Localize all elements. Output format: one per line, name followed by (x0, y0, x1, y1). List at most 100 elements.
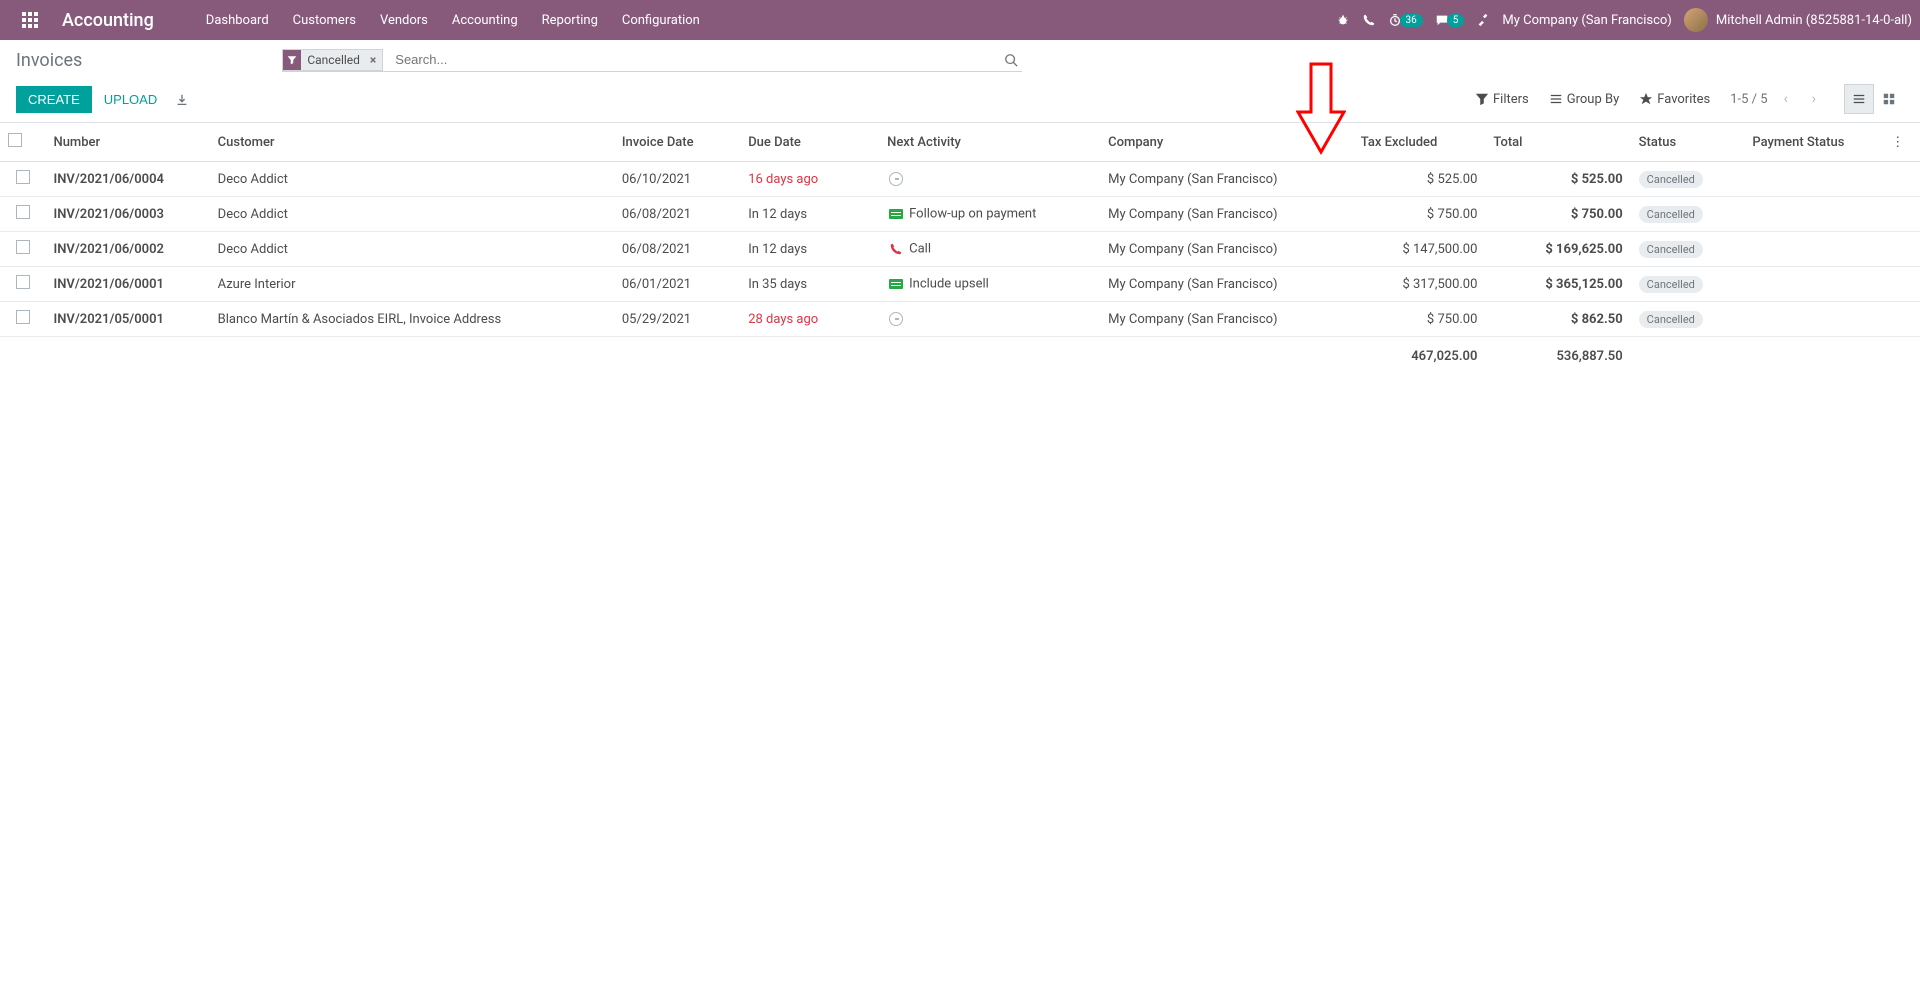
download-icon[interactable] (169, 85, 195, 113)
filter-icon (283, 50, 301, 70)
favorites-dropdown[interactable]: Favorites (1639, 92, 1710, 107)
pager-prev-icon[interactable]: ‹ (1776, 87, 1796, 111)
cell-number: INV/2021/06/0004 (45, 162, 209, 197)
search-icon[interactable] (1000, 52, 1022, 67)
cell-customer: Deco Addict (210, 197, 614, 232)
filter-chip-label: Cancelled (301, 51, 364, 69)
cell-number: INV/2021/06/0001 (45, 267, 209, 302)
cell-due-date: 16 days ago (740, 162, 879, 197)
cell-next-activity (879, 162, 1100, 197)
top-navbar: Accounting Dashboard Customers Vendors A… (0, 0, 1920, 40)
cell-number: INV/2021/05/0001 (45, 302, 209, 337)
document-icon[interactable] (887, 275, 905, 293)
company-selector[interactable]: My Company (San Francisco) (1502, 13, 1671, 28)
cell-company: My Company (San Francisco) (1100, 232, 1353, 267)
cell-invoice-date: 06/08/2021 (614, 232, 740, 267)
clock-icon[interactable] (887, 170, 905, 188)
nav-dashboard[interactable]: Dashboard (194, 3, 281, 38)
cell-company: My Company (San Francisco) (1100, 302, 1353, 337)
document-icon[interactable] (887, 205, 905, 223)
th-customer[interactable]: Customer (210, 123, 614, 162)
remove-filter-icon[interactable]: × (364, 53, 382, 67)
cell-tax-excluded: $ 525.00 (1353, 162, 1486, 197)
chat-icon[interactable]: 5 (1435, 13, 1465, 27)
search-input[interactable] (387, 48, 1000, 71)
cell-customer: Deco Addict (210, 232, 614, 267)
cell-payment-status (1744, 232, 1883, 267)
row-checkbox[interactable] (0, 267, 45, 302)
bug-icon[interactable] (1336, 13, 1350, 27)
th-invoice-date[interactable]: Invoice Date (614, 123, 740, 162)
row-checkbox[interactable] (0, 162, 45, 197)
select-all-checkbox[interactable] (0, 123, 45, 162)
cell-company: My Company (San Francisco) (1100, 162, 1353, 197)
th-tax-excluded[interactable]: Tax Excluded (1353, 123, 1486, 162)
cell-tax-excluded: $ 147,500.00 (1353, 232, 1486, 267)
app-name: Accounting (62, 10, 154, 31)
clock-icon[interactable] (887, 310, 905, 328)
control-panel: Invoices Cancelled × Create Upload (0, 40, 1920, 123)
pager-next-icon[interactable]: › (1804, 87, 1824, 111)
cell-tax-excluded: $ 317,500.00 (1353, 267, 1486, 302)
user-menu[interactable]: Mitchell Admin (8525881-14-0-all) (1684, 8, 1912, 32)
tools-icon[interactable] (1476, 13, 1490, 27)
cell-payment-status (1744, 197, 1883, 232)
nav-menu: Dashboard Customers Vendors Accounting R… (194, 3, 712, 38)
upload-button[interactable]: Upload (104, 86, 157, 113)
groupby-dropdown[interactable]: Group By (1549, 92, 1620, 107)
cell-status: Cancelled (1631, 162, 1745, 197)
table-row[interactable]: INV/2021/06/0002 Deco Addict 06/08/2021 … (0, 232, 1920, 267)
cell-due-date: In 12 days (740, 232, 879, 267)
cell-status: Cancelled (1631, 232, 1745, 267)
create-button[interactable]: Create (16, 86, 92, 113)
th-payment-status[interactable]: Payment Status (1744, 123, 1883, 162)
cell-total: $ 750.00 (1485, 197, 1630, 232)
cell-next-activity: Follow-up on payment (879, 197, 1100, 232)
cell-status: Cancelled (1631, 197, 1745, 232)
nav-accounting[interactable]: Accounting (440, 3, 530, 38)
cell-payment-status (1744, 302, 1883, 337)
row-checkbox[interactable] (0, 302, 45, 337)
cell-total: $ 169,625.00 (1485, 232, 1630, 267)
pager-text[interactable]: 1-5 / 5 (1730, 92, 1767, 107)
cell-customer: Azure Interior (210, 267, 614, 302)
chat-badge: 5 (1447, 14, 1465, 27)
th-total[interactable]: Total (1485, 123, 1630, 162)
cell-next-activity (879, 302, 1100, 337)
th-status[interactable]: Status (1631, 123, 1745, 162)
nav-customers[interactable]: Customers (281, 3, 368, 38)
table-row[interactable]: INV/2021/05/0001 Blanco Martín & Asociad… (0, 302, 1920, 337)
column-options-icon[interactable]: ⋮ (1883, 123, 1920, 162)
phone-icon[interactable] (1362, 13, 1376, 27)
cell-next-activity: Include upsell (879, 267, 1100, 302)
search-bar[interactable]: Cancelled × (282, 48, 1022, 72)
cell-tax-excluded: $ 750.00 (1353, 302, 1486, 337)
cell-number: INV/2021/06/0002 (45, 232, 209, 267)
cell-due-date: In 35 days (740, 267, 879, 302)
table-row[interactable]: INV/2021/06/0003 Deco Addict 06/08/2021 … (0, 197, 1920, 232)
cell-invoice-date: 05/29/2021 (614, 302, 740, 337)
th-number[interactable]: Number (45, 123, 209, 162)
cell-number: INV/2021/06/0003 (45, 197, 209, 232)
row-checkbox[interactable] (0, 232, 45, 267)
filters-dropdown[interactable]: Filters (1475, 92, 1529, 107)
table-row[interactable]: INV/2021/06/0004 Deco Addict 06/10/2021 … (0, 162, 1920, 197)
apps-menu-icon[interactable] (18, 8, 42, 32)
list-view-icon[interactable] (1844, 84, 1874, 114)
cell-due-date: 28 days ago (740, 302, 879, 337)
cell-tax-excluded: $ 750.00 (1353, 197, 1486, 232)
nav-vendors[interactable]: Vendors (368, 3, 440, 38)
row-checkbox[interactable] (0, 197, 45, 232)
cell-total: $ 365,125.00 (1485, 267, 1630, 302)
th-next-activity[interactable]: Next Activity (879, 123, 1100, 162)
phone-icon[interactable] (887, 240, 905, 258)
nav-configuration[interactable]: Configuration (610, 3, 712, 38)
th-company[interactable]: Company (1100, 123, 1353, 162)
th-due-date[interactable]: Due Date (740, 123, 879, 162)
timer-icon[interactable]: 36 (1388, 13, 1423, 27)
breadcrumb: Invoices (16, 50, 82, 71)
table-row[interactable]: INV/2021/06/0001 Azure Interior 06/01/20… (0, 267, 1920, 302)
kanban-view-icon[interactable] (1874, 84, 1904, 114)
cell-status: Cancelled (1631, 302, 1745, 337)
nav-reporting[interactable]: Reporting (530, 3, 610, 38)
